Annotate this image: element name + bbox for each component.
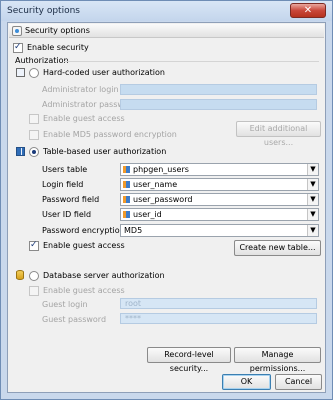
table-guest-label: Enable guest access bbox=[43, 241, 125, 250]
enable-security-label: Enable security bbox=[27, 43, 89, 52]
database-auth-label: Database server authorization bbox=[43, 271, 165, 280]
admin-password-input[interactable] bbox=[120, 99, 317, 110]
title-bar[interactable]: Security options ✕ bbox=[1, 1, 332, 21]
password-field-label: Password field bbox=[42, 195, 100, 204]
ok-button[interactable]: OK bbox=[222, 374, 271, 390]
hardcoded-auth-label: Hard-coded user authorization bbox=[43, 68, 165, 77]
chevron-down-icon[interactable]: ▼ bbox=[307, 164, 318, 175]
user-id-field-value: user_id bbox=[133, 210, 162, 219]
hardcoded-auth-radio[interactable] bbox=[29, 68, 39, 78]
window-title: Security options bbox=[7, 6, 80, 16]
users-table-value: phpgen_users bbox=[133, 165, 189, 174]
create-new-table-button[interactable]: Create new table... bbox=[234, 240, 321, 256]
chevron-down-icon[interactable]: ▼ bbox=[307, 209, 318, 220]
security-options-window: Security options ✕ Security options Enab… bbox=[0, 0, 333, 400]
guest-login-input[interactable]: root bbox=[120, 298, 317, 309]
authorization-divider bbox=[64, 61, 319, 62]
section-header-label: Security options bbox=[25, 26, 90, 35]
database-auth-radio[interactable] bbox=[29, 271, 39, 281]
hardcoded-guest-checkbox[interactable] bbox=[29, 114, 39, 124]
table-icon bbox=[123, 166, 130, 173]
table-auth-icon bbox=[16, 147, 25, 156]
users-table-label: Users table bbox=[42, 165, 88, 174]
md5-encryption-label: Enable MD5 password encryption bbox=[43, 130, 177, 139]
md5-encryption-checkbox[interactable] bbox=[29, 130, 39, 140]
guest-login-label: Guest login bbox=[42, 300, 88, 309]
table-guest-checkbox[interactable] bbox=[29, 240, 39, 251]
table-auth-label: Table-based user authorization bbox=[43, 147, 167, 156]
users-table-select[interactable]: phpgen_users ▼ bbox=[120, 163, 319, 176]
authorization-group-label: Authorization bbox=[15, 56, 69, 65]
password-field-value: user_password bbox=[133, 195, 193, 204]
database-icon bbox=[16, 270, 24, 280]
edit-additional-users-button[interactable]: Edit additional users... bbox=[236, 121, 321, 147]
database-guest-checkbox[interactable] bbox=[29, 286, 39, 296]
chevron-down-icon[interactable]: ▼ bbox=[307, 179, 318, 190]
user-id-field-select[interactable]: user_id ▼ bbox=[120, 208, 319, 221]
password-encryption-select[interactable]: MD5 ▼ bbox=[120, 224, 319, 237]
database-guest-label: Enable guest access bbox=[43, 286, 125, 295]
column-icon bbox=[123, 211, 130, 218]
hardcoded-guest-label: Enable guest access bbox=[43, 114, 125, 123]
record-level-security-button[interactable]: Record-level security... bbox=[147, 347, 231, 373]
enable-security-checkbox[interactable] bbox=[13, 42, 23, 53]
manage-permissions-button[interactable]: Manage permissions... bbox=[234, 347, 321, 373]
password-encryption-label: Password encryption bbox=[42, 226, 125, 235]
admin-login-label: Administrator login bbox=[42, 85, 119, 94]
guest-password-input[interactable]: **** bbox=[120, 313, 317, 324]
guest-password-label: Guest password bbox=[42, 315, 107, 324]
guest-password-value: **** bbox=[125, 314, 141, 323]
login-field-label: Login field bbox=[42, 180, 84, 189]
dialog-client-area: Security options Enable security Authori… bbox=[7, 22, 326, 393]
password-field-select[interactable]: user_password ▼ bbox=[120, 193, 319, 206]
guest-login-value: root bbox=[125, 299, 142, 308]
login-field-value: user_name bbox=[133, 180, 178, 189]
cancel-button[interactable]: Cancel bbox=[275, 374, 322, 390]
password-encryption-value: MD5 bbox=[124, 226, 143, 235]
chevron-down-icon[interactable]: ▼ bbox=[307, 225, 318, 236]
close-button[interactable]: ✕ bbox=[290, 3, 326, 18]
security-settings-icon bbox=[12, 26, 22, 36]
hardcoded-auth-icon bbox=[16, 68, 25, 77]
admin-login-input[interactable] bbox=[120, 84, 317, 95]
column-icon bbox=[123, 181, 130, 188]
chevron-down-icon[interactable]: ▼ bbox=[307, 194, 318, 205]
section-header: Security options bbox=[9, 24, 324, 38]
login-field-select[interactable]: user_name ▼ bbox=[120, 178, 319, 191]
column-icon bbox=[123, 196, 130, 203]
user-id-field-label: User ID field bbox=[42, 210, 92, 219]
table-auth-radio[interactable] bbox=[29, 147, 39, 157]
